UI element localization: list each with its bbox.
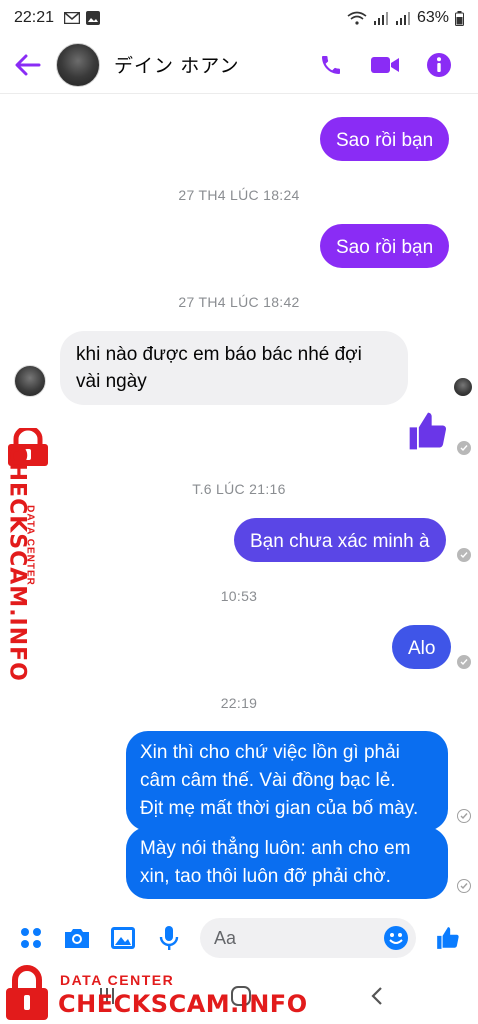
message-text: Bạn chưa xác minh à bbox=[250, 531, 430, 552]
read-receipt-avatar bbox=[454, 378, 472, 396]
gmail-icon bbox=[64, 12, 81, 24]
check-icon bbox=[460, 883, 468, 890]
image-icon bbox=[111, 927, 135, 949]
message-text-line: xin, tao thôi luôn đỡ phải chờ. bbox=[140, 866, 391, 887]
back-button[interactable] bbox=[0, 36, 56, 94]
message-text-line: câm câm thế. Vài đồng bạc lẻ. bbox=[140, 770, 396, 791]
delivered-indicator bbox=[457, 655, 471, 669]
info-icon bbox=[427, 52, 451, 77]
timestamp: T.6 LÚC 21:16 bbox=[192, 481, 286, 497]
battery-icon bbox=[455, 10, 464, 26]
apps-button[interactable] bbox=[16, 923, 46, 953]
outgoing-message[interactable]: Mày nói thẳng luôn: anh cho em xin, tao … bbox=[126, 827, 448, 899]
watermark-subtext: DATA CENTER bbox=[24, 505, 36, 586]
watermark-subtext: DATA CENTER bbox=[60, 972, 175, 988]
signal-icon-2 bbox=[395, 12, 410, 25]
wifi-icon bbox=[347, 11, 367, 25]
video-icon bbox=[371, 56, 399, 73]
mic-icon bbox=[159, 926, 179, 950]
thumbs-up-message[interactable] bbox=[406, 409, 450, 453]
lock-icon bbox=[6, 965, 48, 1020]
gallery-icon bbox=[86, 11, 101, 25]
message-input-container[interactable] bbox=[200, 918, 416, 958]
camera-button[interactable] bbox=[62, 923, 92, 953]
contact-avatar-small[interactable] bbox=[14, 365, 46, 397]
outgoing-message[interactable]: Bạn chưa xác minh à bbox=[234, 518, 446, 562]
thumbs-up-icon bbox=[409, 412, 447, 450]
status-bar: 22:21 63% bbox=[0, 0, 478, 36]
call-button[interactable] bbox=[316, 50, 346, 80]
delivered-indicator bbox=[457, 441, 471, 455]
emoji-icon[interactable] bbox=[382, 924, 410, 952]
camera-icon bbox=[65, 929, 89, 948]
incoming-message[interactable]: khi nào được em báo bác nhé đợi vài ngày bbox=[60, 331, 408, 405]
message-text: Sao rồi bạn bbox=[336, 130, 434, 151]
message-text-line: Xin thì cho chứ việc lồn gì phải bbox=[140, 742, 400, 763]
message-list[interactable]: Sao rồi bạn 27 TH4 LÚC 18:24 Sao rồi bạn… bbox=[0, 95, 478, 910]
message-text: Sao rồi bạn bbox=[336, 237, 434, 258]
status-time: 22:21 bbox=[14, 9, 55, 26]
message-text: Alo bbox=[408, 638, 436, 659]
sent-indicator bbox=[457, 809, 471, 823]
notification-icons bbox=[64, 11, 101, 25]
send-like-button[interactable] bbox=[432, 922, 464, 954]
voice-button[interactable] bbox=[154, 923, 184, 953]
bottom-watermark: DATA CENTER CHECKSCAM.INFO bbox=[0, 960, 307, 1024]
message-text-line: khi nào được em báo bác nhé đợi bbox=[76, 344, 362, 365]
signal-icon bbox=[373, 12, 388, 25]
outgoing-message[interactable]: Alo bbox=[392, 625, 452, 669]
timestamp: 27 TH4 LÚC 18:24 bbox=[178, 187, 300, 203]
timestamp: 10:53 bbox=[220, 588, 258, 604]
chevron-left-icon bbox=[371, 987, 382, 1005]
check-icon bbox=[460, 445, 468, 452]
contact-name[interactable]: デイン ホアン bbox=[114, 51, 240, 78]
watermark-text: CHECKSCAM.INFO bbox=[58, 990, 308, 1018]
back-arrow-icon bbox=[15, 54, 41, 75]
side-watermark: CHECKSCAM.INFO DATA CENTER bbox=[0, 428, 56, 682]
message-text-line: Địt mẹ mất thời gian của bố mày. bbox=[140, 798, 419, 819]
nav-back-button[interactable] bbox=[362, 984, 392, 1008]
message-composer bbox=[0, 912, 478, 964]
thumbs-up-icon bbox=[437, 927, 459, 949]
video-call-button[interactable] bbox=[370, 50, 400, 80]
check-icon bbox=[460, 659, 468, 666]
info-button[interactable] bbox=[424, 50, 454, 80]
outgoing-message[interactable]: Sao rồi bạn bbox=[320, 224, 450, 268]
contact-avatar[interactable] bbox=[56, 42, 100, 87]
check-icon bbox=[460, 552, 468, 559]
check-icon bbox=[460, 813, 468, 820]
battery-percent: 63% bbox=[416, 9, 449, 26]
sent-indicator bbox=[457, 879, 471, 893]
outgoing-message[interactable]: Sao rồi bạn bbox=[320, 117, 450, 161]
timestamp: 27 TH4 LÚC 18:42 bbox=[178, 294, 300, 310]
conversation-header: デイン ホアン bbox=[0, 36, 478, 94]
delivered-indicator bbox=[457, 548, 471, 562]
message-text-line: vài ngày bbox=[76, 371, 147, 392]
apps-icon bbox=[21, 928, 41, 948]
timestamp: 22:19 bbox=[220, 695, 258, 711]
gallery-button[interactable] bbox=[108, 923, 138, 953]
message-text-line: Mày nói thẳng luôn: anh cho em bbox=[140, 838, 411, 859]
outgoing-message[interactable]: Xin thì cho chứ việc lồn gì phải câm câm… bbox=[126, 731, 448, 831]
phone-icon bbox=[322, 55, 340, 74]
message-input[interactable] bbox=[214, 927, 382, 949]
